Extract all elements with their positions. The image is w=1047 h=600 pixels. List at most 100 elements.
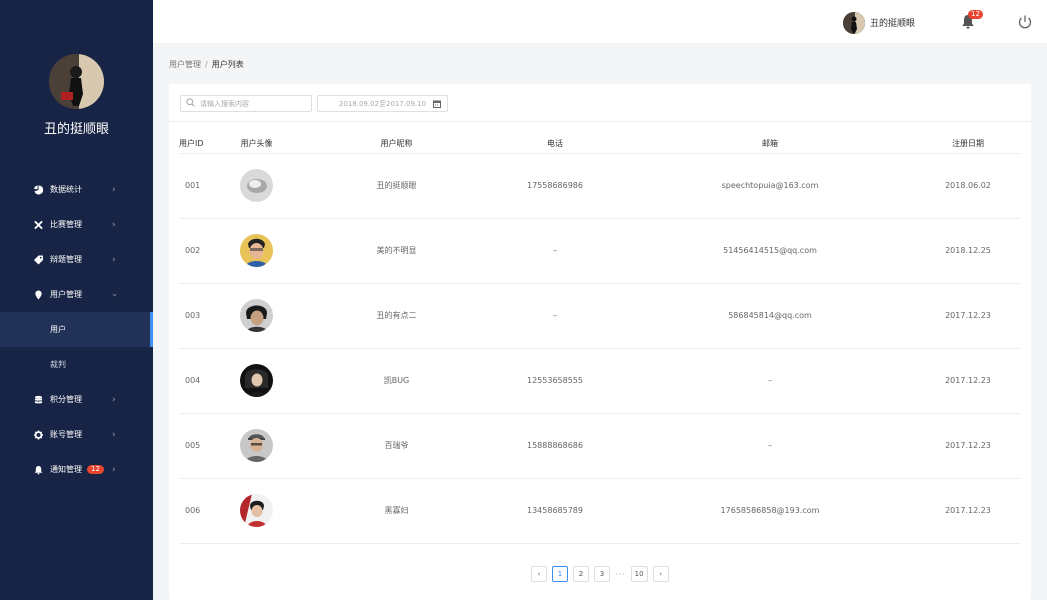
cell-phone: 12553658555 (486, 348, 624, 414)
header-avatar[interactable] (843, 12, 865, 34)
search-input[interactable] (200, 99, 305, 108)
sidebar-subitem-users[interactable]: 用户 (0, 312, 153, 347)
table-row[interactable]: 001 丑的挺顺眼 17558686986 speechtopuia@163.c… (179, 153, 1020, 219)
pagination-page-last[interactable]: 10 (630, 566, 648, 582)
bell-icon (34, 465, 43, 474)
pagination-page-1[interactable]: 1 (552, 566, 568, 582)
cell-phone: – (486, 283, 624, 349)
search-icon (186, 97, 195, 110)
user-avatar[interactable] (240, 299, 273, 332)
table-row[interactable]: 006 黑寡妇 13458685789 17658586858@193.com … (179, 478, 1020, 544)
breadcrumb: 用户管理 / 用户列表 (169, 59, 244, 70)
cell-phone: 15888868686 (486, 413, 624, 479)
user-avatar[interactable] (240, 429, 273, 462)
location-pin-icon (34, 290, 43, 299)
date-range-value: 2018.09.02至2017.09.10 (338, 99, 427, 108)
table-row[interactable]: 003 丑的有点二 – 586845814@qq.com 2017.12.23 (179, 283, 1020, 349)
cell-date: 2017.12.23 (916, 478, 1020, 544)
pagination: ‹ 1 2 3 ··· 10 › (531, 566, 674, 582)
sidebar-avatar[interactable] (49, 54, 104, 109)
cell-nickname: 凯BUG (307, 348, 486, 414)
cell-nickname: 丑的挺顺眼 (307, 153, 486, 219)
search-box[interactable] (180, 95, 312, 112)
cell-date: 2018.12.25 (916, 218, 1020, 284)
sidebar: 丑的挺顺眼 数据统计 › 比赛管理 › 辩题管理 › 用户管理 › 用户 裁判 … (0, 0, 153, 600)
pagination-page-2[interactable]: 2 (573, 566, 589, 582)
table-row[interactable]: 002 美的不明显 – 51456414515@qq.com 2018.12.2… (179, 218, 1020, 284)
chevron-right-icon: › (112, 184, 116, 195)
sidebar-item-label: 用户管理 (50, 290, 82, 299)
cell-email: 17658586858@193.com (624, 478, 916, 544)
cell-email: speechtopuia@163.com (624, 153, 916, 219)
date-range-picker[interactable]: 2018.09.02至2017.09.10 (317, 95, 448, 112)
sidebar-item-label: 积分管理 (50, 395, 82, 404)
user-avatar[interactable] (240, 169, 273, 202)
cell-id: 003 (179, 283, 206, 349)
filter-toolbar: 2018.09.02至2017.09.10 (169, 84, 1031, 122)
cell-phone: 13458685789 (486, 478, 624, 544)
chevron-right-icon: › (112, 219, 116, 230)
cell-email: 586845814@qq.com (624, 283, 916, 349)
cell-nickname: 丑的有点二 (307, 283, 486, 349)
sidebar-item-topics[interactable]: 辩题管理 › (0, 242, 153, 277)
notification-count-badge: 12 (87, 465, 104, 474)
sidebar-item-accounts[interactable]: 账号管理 › (0, 417, 153, 452)
user-avatar[interactable] (240, 364, 273, 397)
table-row[interactable]: 004 凯BUG 12553658555 – 2017.12.23 (179, 348, 1020, 414)
top-header: 丑的挺顺眼 12 (153, 0, 1047, 43)
sidebar-item-label: 比赛管理 (50, 220, 82, 229)
pagination-page-3[interactable]: 3 (594, 566, 610, 582)
cell-id: 005 (179, 413, 206, 479)
pie-chart-icon (34, 185, 43, 194)
pagination-prev-button[interactable]: ‹ (531, 566, 547, 582)
sidebar-nav: 数据统计 › 比赛管理 › 辩题管理 › 用户管理 › 用户 裁判 积分管理 ›… (0, 172, 153, 487)
sidebar-item-label: 账号管理 (50, 430, 82, 439)
breadcrumb-separator: / (205, 60, 208, 69)
user-avatar[interactable] (240, 494, 273, 527)
column-header-avatar[interactable]: 用户头像 (206, 134, 307, 154)
pagination-ellipsis: ··· (615, 569, 626, 579)
cell-date: 2017.12.23 (916, 283, 1020, 349)
column-header-email[interactable]: 邮箱 (624, 134, 916, 154)
sidebar-item-points[interactable]: 积分管理 › (0, 382, 153, 417)
user-list-card: 2018.09.02至2017.09.10 用户ID 用户头像 用户昵称 电话 … (169, 84, 1031, 600)
chevron-right-icon: › (112, 394, 116, 405)
header-user-name[interactable]: 丑的挺顺眼 (870, 16, 915, 29)
cell-nickname: 黑寡妇 (307, 478, 486, 544)
header-notification-badge: 12 (968, 10, 983, 19)
sidebar-item-label: 通知管理 (50, 465, 82, 474)
user-table: 用户ID 用户头像 用户昵称 电话 邮箱 注册日期 001 丑的挺顺眼 1755… (179, 134, 1020, 544)
database-icon (34, 395, 43, 404)
chevron-right-icon: › (112, 254, 116, 265)
breadcrumb-parent[interactable]: 用户管理 (169, 60, 201, 69)
sidebar-item-matches[interactable]: 比赛管理 › (0, 207, 153, 242)
cell-date: 2018.06.02 (916, 153, 1020, 219)
cell-id: 002 (179, 218, 206, 284)
breadcrumb-current: 用户列表 (211, 60, 244, 69)
sidebar-item-statistics[interactable]: 数据统计 › (0, 172, 153, 207)
cell-email: – (624, 413, 916, 479)
cell-nickname: 美的不明显 (307, 218, 486, 284)
cell-nickname: 百瑞爷 (307, 413, 486, 479)
cell-email: – (624, 348, 916, 414)
sidebar-item-users[interactable]: 用户管理 › (0, 277, 153, 312)
column-header-nickname[interactable]: 用户昵称 (307, 134, 486, 154)
cell-phone: – (486, 218, 624, 284)
tag-icon (34, 255, 43, 264)
cell-id: 004 (179, 348, 206, 414)
user-avatar[interactable] (240, 234, 273, 267)
chevron-down-icon: › (108, 292, 119, 297)
table-row[interactable]: 005 百瑞爷 15888868686 – 2017.12.23 (179, 413, 1020, 479)
gear-icon (34, 430, 43, 439)
close-cross-icon (34, 220, 43, 229)
pagination-next-button[interactable]: › (652, 566, 669, 582)
chevron-right-icon: › (112, 429, 116, 440)
cell-email: 51456414515@qq.com (624, 218, 916, 284)
cell-phone: 17558686986 (486, 153, 624, 219)
sidebar-subitem-judges[interactable]: 裁判 (0, 347, 153, 382)
column-header-date[interactable]: 注册日期 (916, 134, 1020, 154)
column-header-phone[interactable]: 电话 (486, 134, 624, 154)
sidebar-item-notifications[interactable]: 通知管理 12 › (0, 452, 153, 487)
power-icon[interactable] (1017, 14, 1033, 30)
column-header-id[interactable]: 用户ID (179, 134, 206, 154)
